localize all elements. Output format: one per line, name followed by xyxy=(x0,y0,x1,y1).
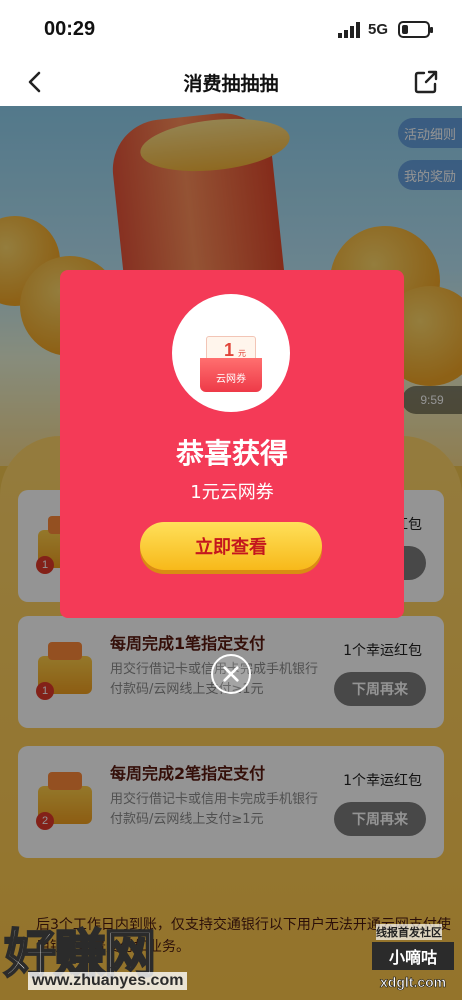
close-icon[interactable] xyxy=(211,654,251,694)
nav-bar: 消费抽抽抽 xyxy=(0,58,462,106)
watermark-url: www.zhuanyes.com xyxy=(28,972,188,990)
prize-name: 1元云网券 xyxy=(190,482,274,503)
watermark-tagline: 线报首发社区 xyxy=(376,924,442,940)
page-title: 消费抽抽抽 xyxy=(183,73,279,95)
network-type: 5G xyxy=(368,21,389,38)
modal-headline: 恭喜获得 xyxy=(175,437,288,470)
signal-icon xyxy=(338,22,360,38)
prize-modal: 1 元 云网券 恭喜获得 1元云网券 立即查看 xyxy=(60,270,404,618)
watermark-site: xdglt.com xyxy=(380,974,447,991)
view-now-button[interactable]: 立即查看 xyxy=(140,522,322,570)
status-bar: 00:29 5G xyxy=(0,0,462,58)
coupon-label: 云网券 xyxy=(216,374,246,385)
battery-icon xyxy=(398,21,433,38)
status-time: 00:29 xyxy=(44,18,96,40)
coupon-circle: 1 元 云网券 xyxy=(172,294,290,412)
share-icon[interactable] xyxy=(412,68,440,96)
watermark: 好赚网 www.zhuanyes.com 线报首发社区 小嘀咕 xdglt.co… xyxy=(0,912,462,1000)
coupon-icon: 1 元 云网券 xyxy=(200,336,262,392)
watermark-brand: 小嘀咕 xyxy=(372,942,454,970)
